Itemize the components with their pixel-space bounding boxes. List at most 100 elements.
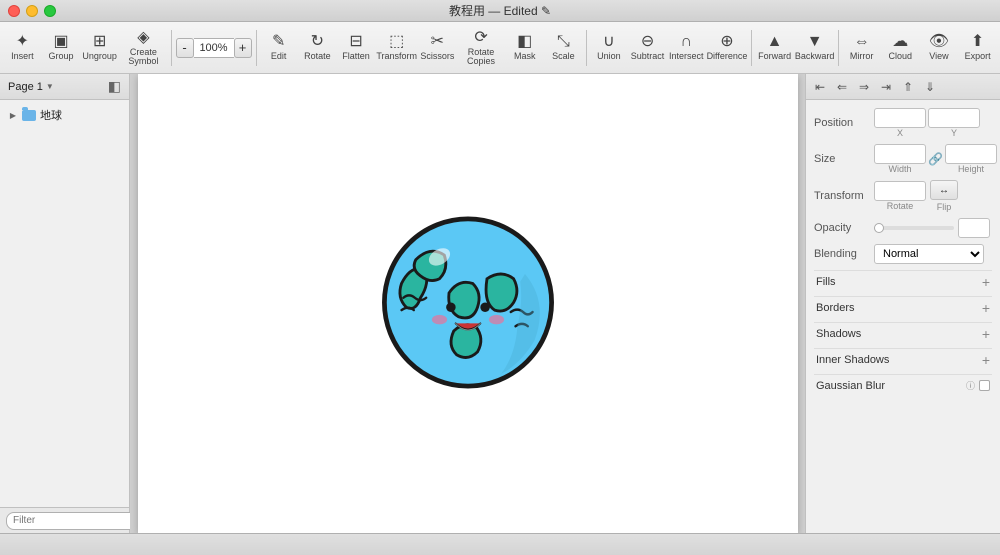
- status-bar: [0, 533, 1000, 555]
- position-inputs: X Y: [874, 108, 980, 138]
- rotate-tool[interactable]: ↻ Rotate: [299, 25, 336, 71]
- borders-label: Borders: [816, 302, 855, 314]
- main-content: Page 1 ▼ ◧ ▶ 地球 ⊞ ✎ 0: [0, 74, 1000, 533]
- fills-label: Fills: [816, 276, 836, 288]
- fills-add-button[interactable]: +: [982, 274, 990, 290]
- opacity-label: Opacity: [814, 222, 870, 234]
- shadows-add-button[interactable]: +: [982, 326, 990, 342]
- zoom-plus-button[interactable]: +: [234, 38, 252, 58]
- ungroup-tool[interactable]: ⊞ Ungroup: [81, 25, 118, 71]
- forward-icon: ▲: [767, 34, 783, 50]
- align-center-h-button[interactable]: ⇐: [832, 77, 852, 97]
- insert-tool[interactable]: ✦ Insert: [4, 25, 41, 71]
- scale-label: Scale: [552, 52, 575, 61]
- traffic-lights: [8, 5, 56, 17]
- earth-illustration[interactable]: [373, 207, 563, 400]
- blending-select[interactable]: Normal Multiply Screen Overlay: [874, 244, 984, 264]
- scale-tool[interactable]: ⤡ Scale: [545, 25, 582, 71]
- canvas-area[interactable]: [130, 74, 805, 533]
- rotate-input[interactable]: [874, 181, 926, 201]
- borders-add-button[interactable]: +: [982, 300, 990, 316]
- opacity-thumb[interactable]: [874, 223, 884, 233]
- transform-tool[interactable]: ⬚ Transform: [376, 25, 417, 71]
- panel-body: Position X Y Size: [806, 100, 1000, 533]
- canvas-page[interactable]: [138, 74, 798, 533]
- blending-row: Blending Normal Multiply Screen Overlay: [814, 244, 992, 264]
- intersect-icon: ∩: [680, 34, 692, 50]
- union-icon: ∪: [603, 34, 615, 50]
- inner-shadows-add-button[interactable]: +: [982, 352, 990, 368]
- flatten-tool[interactable]: ⊟ Flatten: [338, 25, 375, 71]
- maximize-button[interactable]: [44, 5, 56, 17]
- transform-icon: ⬚: [389, 34, 404, 50]
- align-left-button[interactable]: ⇤: [810, 77, 830, 97]
- difference-icon: ⊕: [720, 34, 733, 50]
- difference-label: Difference: [707, 52, 748, 61]
- layer-expand-arrow[interactable]: ▶: [8, 110, 18, 120]
- group-tool[interactable]: ▣ Group: [43, 25, 80, 71]
- view-icon: 👁: [929, 34, 949, 50]
- edit-tool[interactable]: ✎ Edit: [260, 25, 297, 71]
- flip-buttons: ↔ Flip: [930, 180, 958, 212]
- flatten-label: Flatten: [342, 52, 370, 61]
- flip-h-button[interactable]: ↔: [930, 180, 958, 200]
- toolbar-divider-1: [171, 30, 172, 66]
- mirror-tool[interactable]: ⇔ Mirror: [843, 25, 880, 71]
- gaussian-blur-checkbox[interactable]: [979, 380, 990, 391]
- align-right-edge-button[interactable]: ⇥: [876, 77, 896, 97]
- opacity-value-input[interactable]: [958, 218, 990, 238]
- shadows-section: Shadows +: [814, 322, 992, 344]
- position-x-label: X: [897, 128, 903, 138]
- align-top-button[interactable]: ⇑: [898, 77, 918, 97]
- rotate-copies-tool[interactable]: ⟳ Rotate Copies: [458, 25, 505, 71]
- subtract-tool[interactable]: ⊖ Subtract: [629, 25, 666, 71]
- intersect-label: Intersect: [669, 52, 704, 61]
- page-dropdown-arrow: ▼: [46, 82, 54, 91]
- position-y-input[interactable]: [928, 108, 980, 128]
- page-dropdown[interactable]: Page 1 ▼: [8, 81, 54, 93]
- canvas-background: [130, 74, 805, 533]
- size-height-input[interactable]: [945, 144, 997, 164]
- minimize-button[interactable]: [26, 5, 38, 17]
- folder-icon: [22, 110, 36, 121]
- sidebar-left: Page 1 ▼ ◧ ▶ 地球 ⊞ ✎ 0: [0, 74, 130, 533]
- size-row: Size Width 🔗 Height: [814, 144, 992, 174]
- gaussian-blur-controls: ⓘ: [966, 379, 990, 392]
- intersect-tool[interactable]: ∩ Intersect: [668, 25, 705, 71]
- zoom-display[interactable]: 100%: [194, 38, 234, 58]
- difference-tool[interactable]: ⊕ Difference: [707, 25, 748, 71]
- toolbar-divider-2: [256, 30, 257, 66]
- size-width-input[interactable]: [874, 144, 926, 164]
- cloud-tool[interactable]: ☁ Cloud: [882, 25, 919, 71]
- inner-shadows-label: Inner Shadows: [816, 354, 889, 366]
- sidebar-collapse-button[interactable]: ◧: [108, 78, 121, 95]
- union-tool[interactable]: ∪ Union: [591, 25, 628, 71]
- forward-tool[interactable]: ▲ Forward: [756, 25, 793, 71]
- layer-item-earth[interactable]: ▶ 地球: [0, 104, 129, 126]
- close-button[interactable]: [8, 5, 20, 17]
- rotate-copies-icon: ⟳: [474, 30, 487, 46]
- cloud-label: Cloud: [889, 52, 913, 61]
- scissors-icon: ✂: [431, 34, 444, 50]
- export-tool[interactable]: ⬆ Export: [959, 25, 996, 71]
- align-right-button[interactable]: ⇒: [854, 77, 874, 97]
- group-label: Group: [49, 52, 74, 61]
- mask-label: Mask: [514, 52, 536, 61]
- zoom-minus-button[interactable]: -: [176, 38, 194, 58]
- scissors-tool[interactable]: ✂ Scissors: [419, 25, 456, 71]
- shadows-header: Shadows +: [814, 322, 992, 344]
- backward-tool[interactable]: ▼ Backward: [795, 25, 835, 71]
- create-symbol-tool[interactable]: ◈ Create Symbol: [120, 25, 167, 71]
- align-bottom-button[interactable]: ⇓: [920, 77, 940, 97]
- mask-tool[interactable]: ◧ Mask: [506, 25, 543, 71]
- link-icon[interactable]: 🔗: [928, 152, 943, 166]
- right-panel: ⇤ ⇐ ⇒ ⇥ ⇑ ⇓ Position X: [805, 74, 1000, 533]
- opacity-slider[interactable]: [874, 226, 954, 230]
- window-title: 教程用 — Edited ✎: [449, 2, 551, 19]
- mirror-icon: ⇔: [854, 34, 870, 50]
- position-x-input[interactable]: [874, 108, 926, 128]
- subtract-icon: ⊖: [641, 34, 654, 50]
- insert-icon: ✦: [16, 34, 29, 50]
- borders-header: Borders +: [814, 296, 992, 318]
- view-tool[interactable]: 👁 View: [921, 25, 958, 71]
